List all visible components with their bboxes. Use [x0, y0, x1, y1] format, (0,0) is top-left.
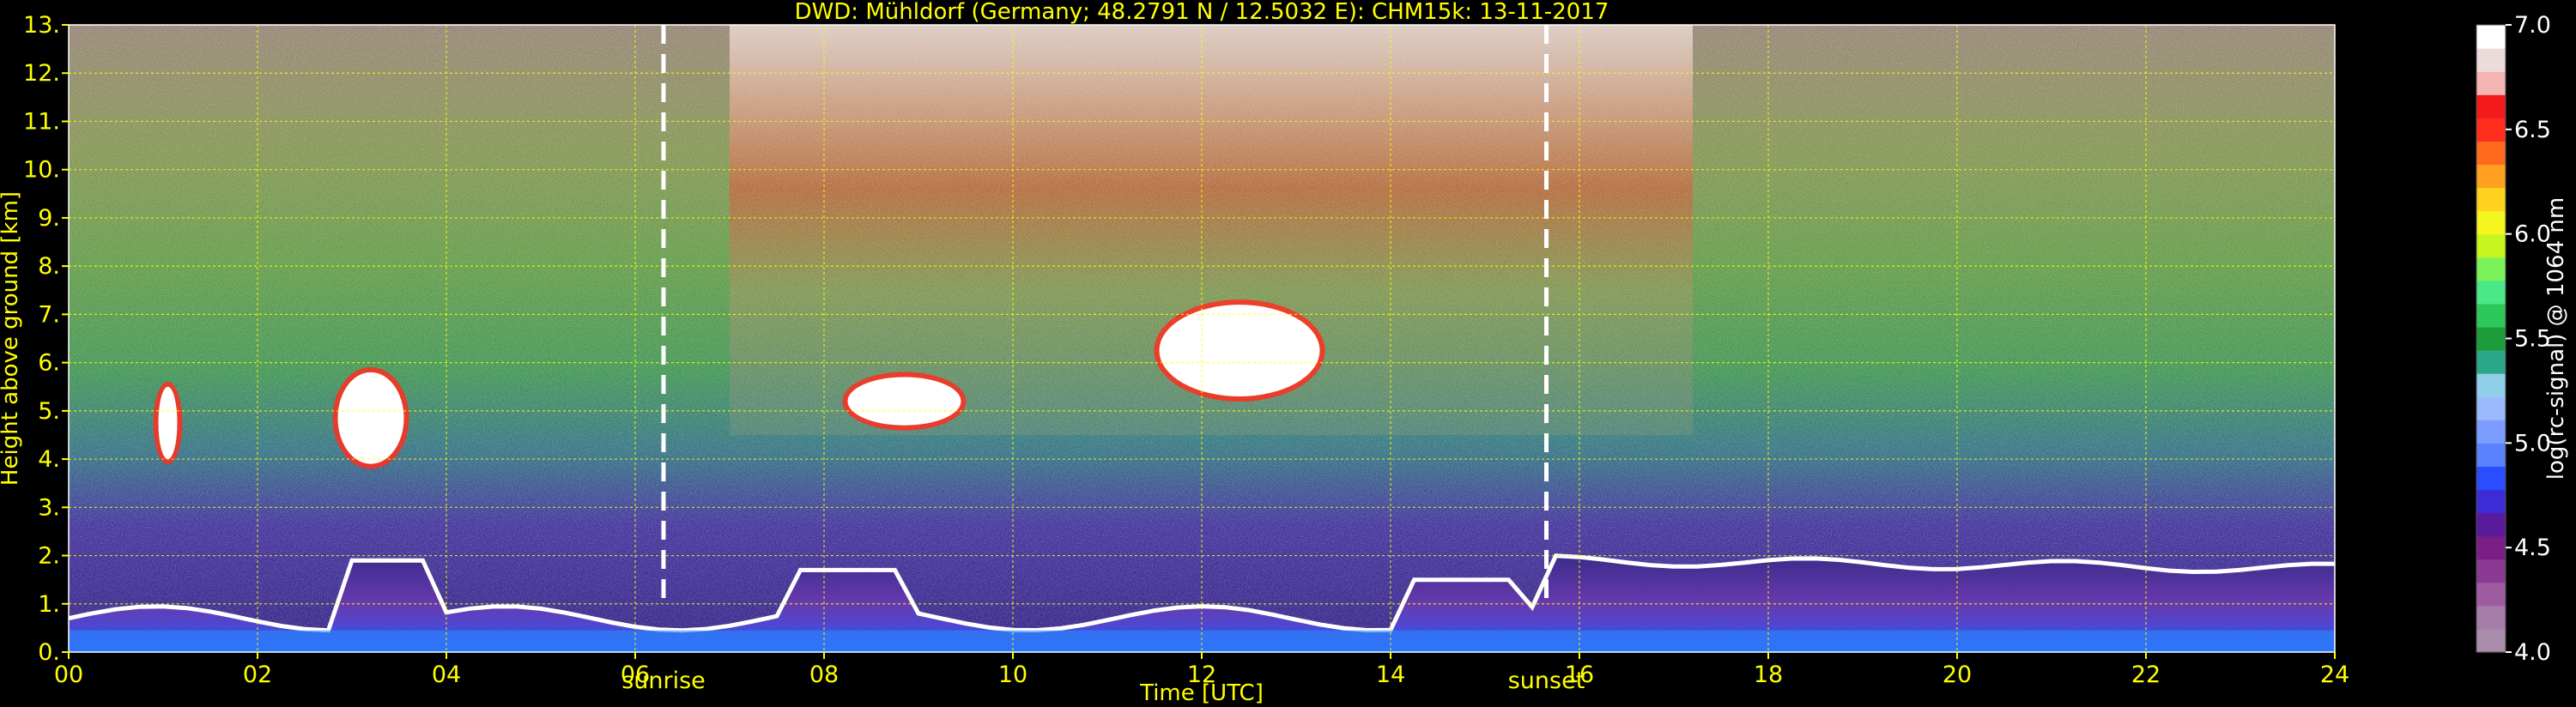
cloud-1 [158, 386, 178, 460]
colorbar-label: log(rc-signal) @ 1064 nm [2543, 197, 2569, 480]
colorbar-segment [2476, 48, 2506, 72]
plot-area [69, 25, 2335, 652]
colorbar-segment [2476, 326, 2506, 351]
y-tick-label: 1. [38, 591, 60, 618]
y-tick-label: 5. [38, 398, 60, 425]
y-tick-label: 4. [38, 446, 60, 473]
colorbar-segment [2476, 443, 2506, 468]
colorbar-segment [2476, 164, 2506, 189]
sunrise-label: sunrise [621, 668, 706, 694]
x-tick-label: 24 [2320, 662, 2349, 688]
x-tick-label: 14 [1376, 662, 1405, 688]
colorbar-segment [2476, 489, 2506, 514]
colorbar-segment [2476, 535, 2506, 560]
y-tick-label: 9. [38, 205, 60, 232]
x-tick-label: 10 [998, 662, 1027, 688]
chart-title: DWD: Mühldorf (Germany; 48.2791 N / 12.5… [795, 0, 1609, 25]
colorbar-segment [2476, 280, 2506, 305]
plot-contents [69, 25, 2335, 652]
colorbar-segment [2476, 210, 2506, 235]
colorbar-segment [2476, 559, 2506, 583]
x-tick-label: 02 [243, 662, 272, 688]
y-tick-label: 8. [38, 253, 60, 280]
colorbar-tick-label: 6.5 [2514, 117, 2551, 143]
colorbar-segment [2476, 233, 2506, 258]
colorbar-segment [2476, 25, 2506, 49]
colorbar-segment [2476, 118, 2506, 142]
y-tick-label: 6. [38, 350, 60, 377]
sunset-label: sunset [1508, 668, 1585, 694]
x-tick-label: 18 [1754, 662, 1783, 688]
colorbar-segment [2476, 350, 2506, 374]
colorbar-segment [2476, 512, 2506, 537]
colorbar-segment [2476, 466, 2506, 491]
cloud-4 [1159, 305, 1320, 396]
y-tick-label: 0. [38, 639, 60, 666]
colorbar-segment [2476, 94, 2506, 118]
x-axis-label: Time [UTC] [1139, 680, 1264, 706]
colorbar-segment [2476, 71, 2506, 95]
colorbar-segment [2476, 628, 2506, 653]
colorbar-tick-label: 4.0 [2514, 639, 2551, 666]
colorbar-segment [2476, 303, 2506, 328]
cloud-2 [337, 372, 404, 464]
y-axis-label: Height above ground [km] [0, 191, 23, 486]
y-tick-label: 2. [38, 543, 60, 570]
colorbar-segment [2476, 582, 2506, 607]
colorbar-segment [2476, 605, 2506, 630]
x-tick-label: 08 [809, 662, 839, 688]
y-tick-label: 12. [23, 60, 60, 87]
y-tick-label: 13. [23, 12, 60, 39]
colorbar: 4.04.55.05.56.06.57.0 [2476, 12, 2551, 666]
colorbar-tick-label: 7.0 [2514, 12, 2551, 39]
colorbar-segment [2476, 141, 2506, 166]
cloud-3 [847, 377, 961, 426]
colorbar-segment [2476, 187, 2506, 212]
y-tick-label: 10. [23, 157, 60, 184]
colorbar-segment [2476, 396, 2506, 420]
colorbar-tick-label: 4.5 [2514, 535, 2551, 561]
colorbar-segment [2476, 373, 2506, 397]
x-tick-label: 22 [2131, 662, 2161, 688]
y-tick-label: 7. [38, 301, 60, 328]
y-tick-label: 3. [38, 494, 60, 521]
y-tick-label: 11. [23, 108, 60, 135]
colorbar-segment [2476, 420, 2506, 444]
x-tick-label: 20 [1943, 662, 1972, 688]
lidar-backscatter-chart: 00 02 04 06 08 10 12 14 16 18 20 22 240.1.2.3.4.5.6.… [0, 0, 2569, 706]
x-tick-label: 04 [432, 662, 461, 688]
colorbar-segment [2476, 257, 2506, 281]
